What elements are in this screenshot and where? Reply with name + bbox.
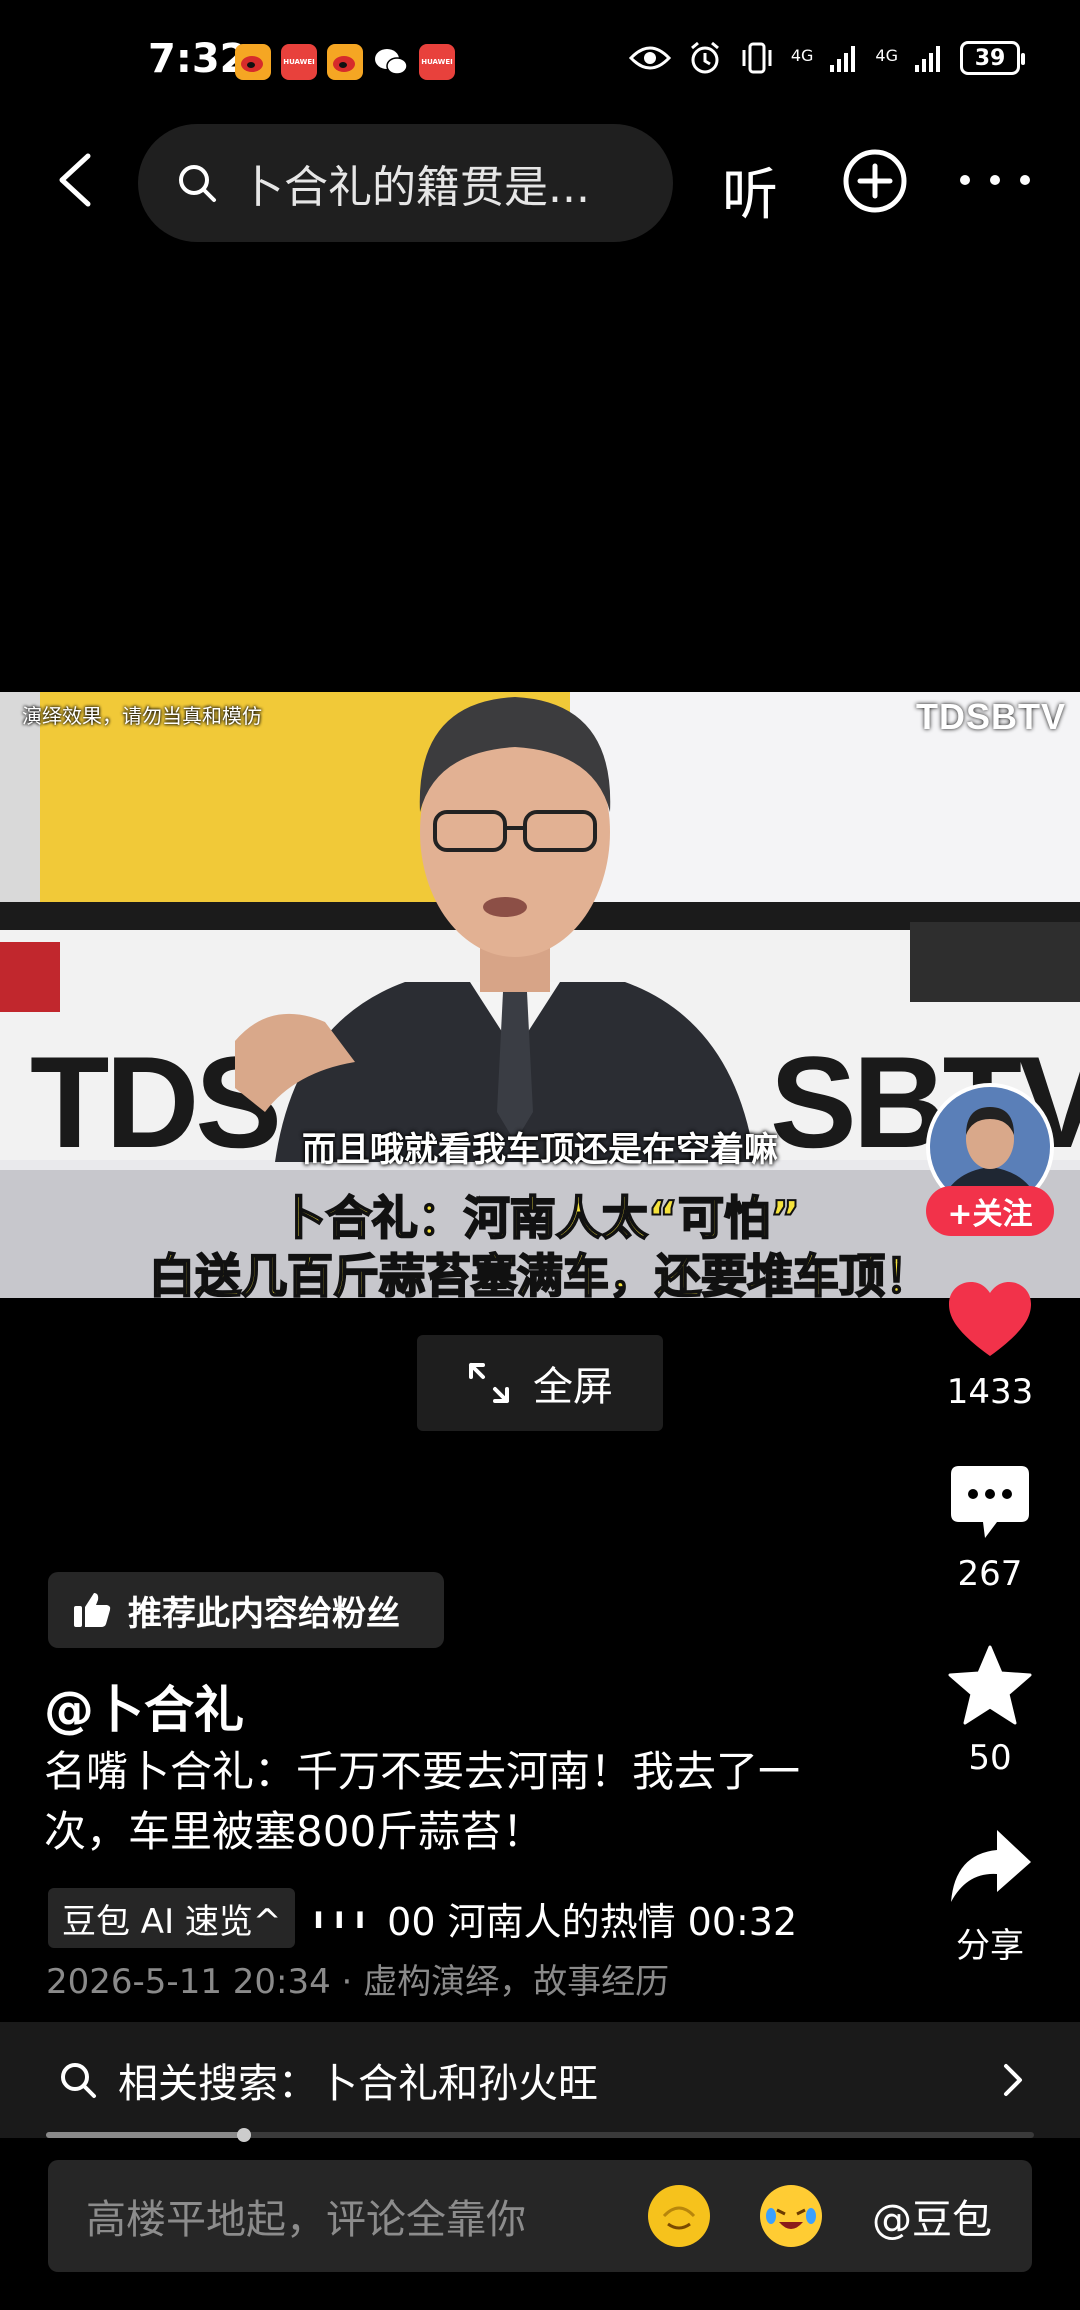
back-arrow-icon[interactable] — [48, 150, 108, 210]
status-bar: 7:32 HUAWEI HUAWEI 4G 4G 39 — [0, 0, 1080, 120]
video-caption-line1: 卜合礼：河南人太“可怕” — [279, 1190, 801, 1246]
recommend-label: 推荐此内容给粉丝 — [128, 1593, 400, 1634]
star-icon — [948, 1645, 1032, 1725]
add-circle-icon[interactable] — [842, 148, 908, 214]
system-icons: 4G 4G 39 — [628, 40, 1025, 76]
search-icon — [179, 165, 216, 202]
notification-icons: HUAWEI HUAWEI — [235, 44, 455, 80]
video-caption-line2: 白送几百斤蒜苔塞满车，还要堆车顶！ — [148, 1248, 932, 1298]
video-subtitle: 而且哦就看我车顶还是在空着嘛 — [302, 1130, 778, 1170]
huawei-icon: HUAWEI — [281, 44, 317, 80]
network-1-label: 4G — [790, 46, 814, 65]
follow-button[interactable]: +关注 — [926, 1186, 1054, 1236]
ai-summary-toggle[interactable]: 豆包 AI 速览^ — [48, 1888, 296, 1948]
speaker-figure — [235, 697, 755, 1162]
vibrate-icon — [742, 42, 772, 74]
ai-chapter-item[interactable]: 00 河南人的热情 00:32 — [387, 1891, 907, 1946]
listen-button[interactable]: 听 — [722, 150, 778, 231]
eye-icon — [628, 46, 671, 70]
related-search-query: 卜合礼和孙火旺 — [318, 2061, 598, 2107]
comment-button[interactable]: 267 — [930, 1462, 1050, 1594]
favorite-button[interactable]: 50 — [930, 1644, 1050, 1778]
search-icon — [61, 2063, 96, 2098]
network-2-label: 4G — [875, 46, 898, 65]
chapter-bars-icon: ı ı ı — [313, 1900, 366, 1936]
comment-placeholder[interactable]: 高楼平地起，评论全靠你 — [86, 2187, 648, 2245]
video-watermark: TDSBTV — [916, 696, 1066, 737]
wechat-icon — [373, 44, 409, 80]
share-label: 分享 — [956, 1926, 1024, 1966]
laughing-crying-emoji-icon[interactable] — [760, 2185, 822, 2247]
signal-icon — [830, 46, 856, 72]
heart-icon — [949, 1282, 1031, 1356]
favorite-count: 50 — [968, 1738, 1012, 1778]
recommend-to-fans-button[interactable]: 推荐此内容给粉丝 — [48, 1572, 444, 1648]
search-query: 卜合礼的籍贯是... — [240, 162, 590, 213]
video-disclaimer: 演绎效果，请勿当真和模仿 — [22, 704, 262, 728]
weibo-icon-2 — [327, 44, 363, 80]
battery-indicator: 39 — [960, 41, 1025, 75]
huawei-icon-2: HUAWEI — [419, 44, 455, 80]
search-bar[interactable]: 卜合礼的籍贯是... — [138, 124, 673, 242]
comment-input-bar[interactable]: 高楼平地起，评论全靠你 @豆包 — [48, 2160, 1032, 2272]
top-nav: 卜合礼的籍贯是... 听 — [0, 120, 1080, 245]
alarm-icon — [690, 41, 719, 74]
video-player[interactable]: TDS SBTV 演绎效果，请勿当真和模仿 TDSBTV 而且哦就看我车顶还是在… — [0, 692, 1080, 1298]
expand-icon — [469, 1363, 509, 1403]
author-name[interactable]: @卜合礼 — [44, 1670, 244, 1742]
mention-doubao-button[interactable]: @豆包 — [872, 2187, 992, 2245]
related-search-bar[interactable]: 相关搜索： 卜合礼和孙火旺 — [0, 2022, 1080, 2138]
clapping-emoji-icon[interactable] — [648, 2185, 710, 2247]
share-arrow-icon — [951, 1830, 1031, 1902]
fullscreen-label: 全屏 — [533, 1364, 613, 1410]
chevron-right-icon — [1004, 2064, 1022, 2096]
related-search-label: 相关搜索： — [118, 2061, 318, 2107]
weibo-icon — [235, 44, 271, 80]
fullscreen-button[interactable]: 全屏 — [417, 1335, 663, 1431]
comment-icon — [951, 1466, 1029, 1538]
like-button[interactable]: 1433 — [930, 1280, 1050, 1412]
thumbs-up-icon — [74, 1593, 111, 1627]
share-button[interactable]: 分享 — [930, 1826, 1050, 1967]
status-time: 7:32 — [148, 36, 248, 82]
playback-progress[interactable] — [46, 2128, 1034, 2142]
comment-count: 267 — [957, 1554, 1023, 1594]
like-count: 1433 — [946, 1372, 1034, 1412]
post-meta: 2026-5-11 20:34 · 虚构演绎，故事经历 — [46, 1962, 670, 2002]
signal-icon-2 — [915, 46, 940, 72]
video-description: 名嘴卜合礼：千万不要去河南！我去了一次，车里被塞800斤蒜苔！ — [44, 1747, 801, 1856]
progress-knob[interactable] — [236, 2128, 251, 2142]
ai-summary-row: 豆包 AI 速览^ ı ı ı 00 河南人的热情 00:32 — [48, 1888, 907, 1948]
more-options-icon[interactable] — [960, 150, 1030, 210]
